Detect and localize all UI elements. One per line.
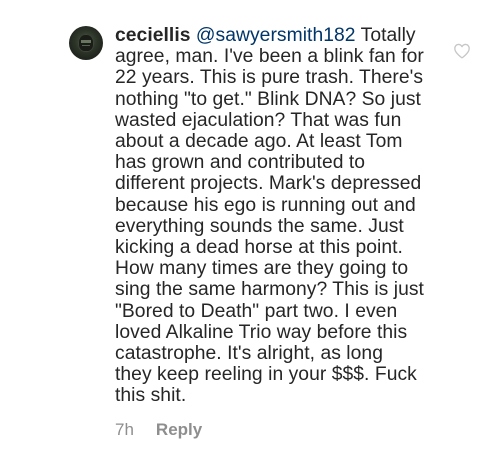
comment-meta: 7h Reply — [115, 420, 202, 440]
comment-timestamp: 7h — [115, 420, 134, 439]
comment-text: Totally agree, man. I've been a blink fa… — [115, 25, 424, 407]
avatar[interactable] — [69, 26, 103, 60]
comment-item: ceciellis @sawyersmith182 Totally agree,… — [0, 0, 500, 464]
comment-body: ceciellis @sawyersmith182 Totally agree,… — [115, 25, 455, 407]
comment-username[interactable]: ceciellis — [115, 25, 191, 46]
reply-button[interactable]: Reply — [156, 420, 202, 440]
comment-mention[interactable]: @sawyersmith182 — [196, 25, 356, 46]
heart-outline-icon[interactable] — [453, 43, 471, 59]
